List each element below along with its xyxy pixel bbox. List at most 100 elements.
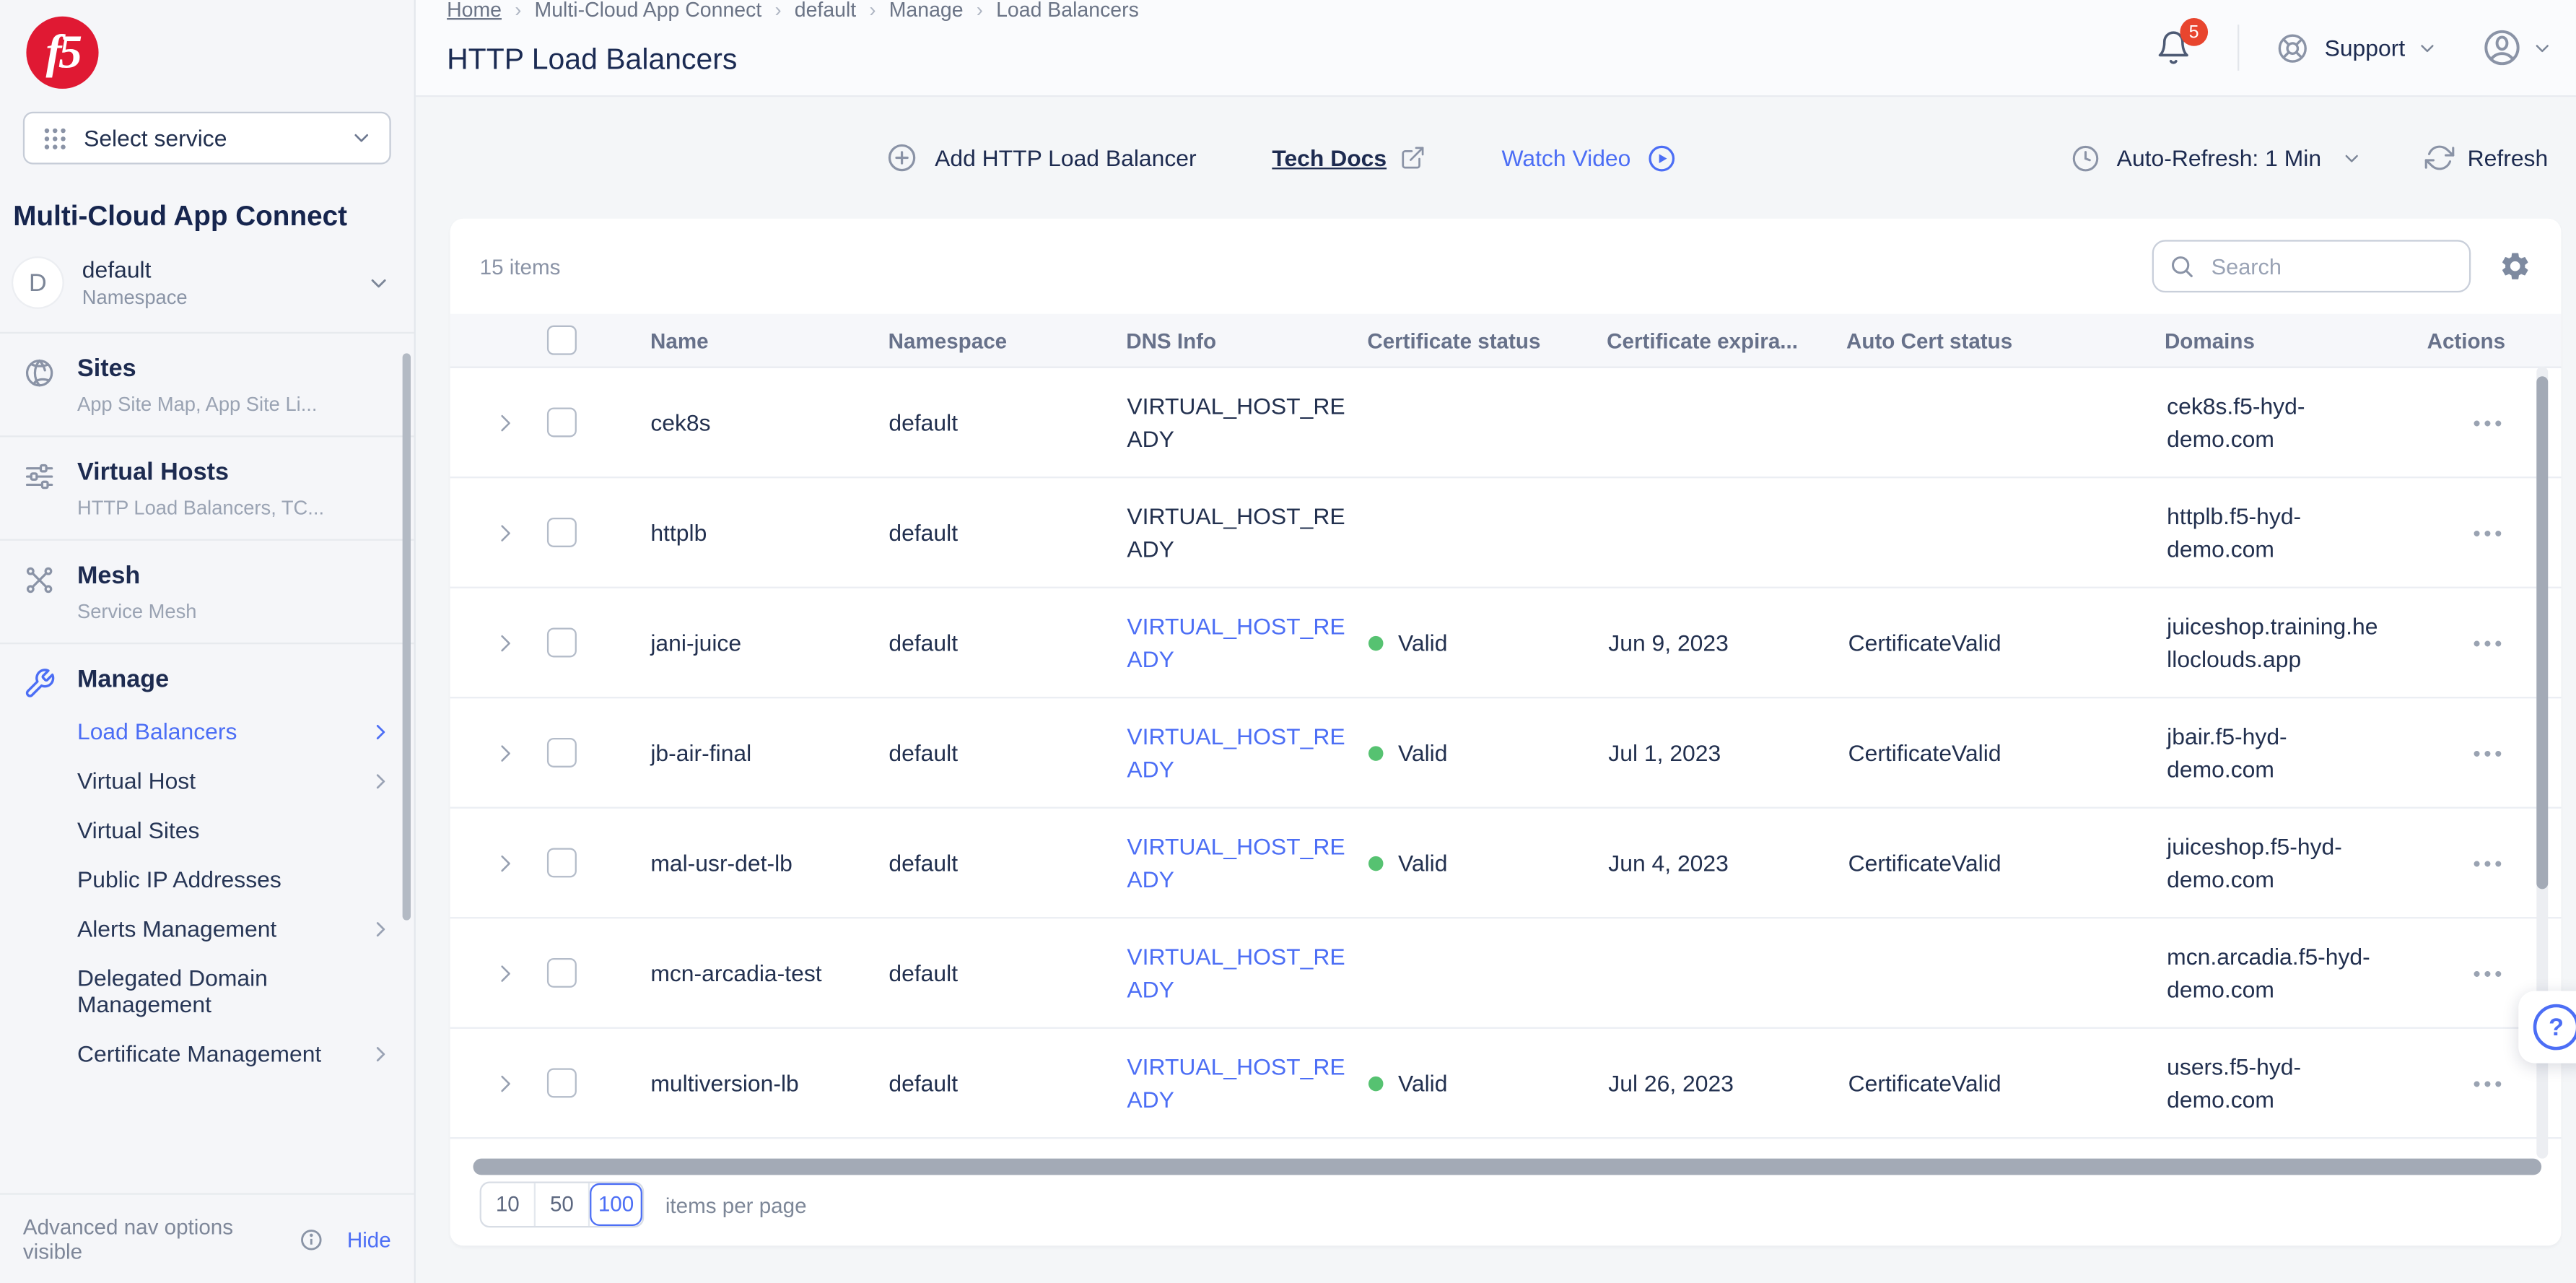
auto-cert-status: CertificateValid (1848, 849, 2001, 877)
row-checkbox[interactable] (546, 1068, 577, 1098)
watch-video-link[interactable]: Watch Video (1501, 142, 1677, 173)
life-ring-icon (2275, 30, 2310, 65)
help-button[interactable]: ? (2518, 991, 2576, 1064)
sidebar-item-virtual-host[interactable]: Virtual Host (77, 756, 391, 805)
sidebar-scrollbar[interactable] (402, 353, 411, 921)
hide-nav-button[interactable]: Hide (347, 1227, 391, 1251)
row-actions-menu[interactable] (2473, 630, 2505, 655)
notifications-button[interactable]: 5 (2155, 18, 2208, 66)
dns-info-link[interactable]: VIRTUAL_HOST_READY (1127, 939, 1350, 1006)
sidebar-item-mesh[interactable]: Mesh Service Mesh (0, 541, 414, 645)
row-actions-menu[interactable] (2473, 410, 2505, 435)
app-title: Multi-Cloud App Connect (13, 200, 348, 232)
table-row: jb-air-final default VIRTUAL_HOST_READY … (450, 698, 2562, 809)
chevron-right-icon (370, 721, 391, 742)
page-size-50[interactable]: 50 (536, 1183, 590, 1226)
sidebar-item-certificate-management[interactable]: Certificate Management (77, 1029, 391, 1078)
lb-domain: users.f5-hyd-demo.com (2167, 1053, 2302, 1113)
column-header-auto-cert-status[interactable]: Auto Cert status (1846, 328, 2165, 352)
manage-sub-list: Load Balancers Virtual Host Virtual Site… (0, 707, 414, 1092)
sidebar-item-load-balancers[interactable]: Load Balancers (77, 707, 391, 756)
row-actions-menu[interactable] (2473, 1071, 2505, 1095)
refresh-button[interactable]: Refresh (2424, 143, 2548, 173)
row-actions-menu[interactable] (2473, 851, 2505, 875)
row-expand-chevron[interactable] (493, 410, 518, 435)
status-dot-green (1368, 635, 1384, 651)
sidebar-item-virtual-sites[interactable]: Virtual Sites (77, 805, 391, 854)
lb-domain: httplb.f5-hyd-demo.com (2167, 502, 2302, 562)
row-checkbox[interactable] (546, 407, 577, 438)
breadcrumb-home[interactable]: Home (447, 0, 502, 22)
dns-info-link[interactable]: VIRTUAL_HOST_READY (1127, 1050, 1350, 1116)
row-expand-chevron[interactable] (493, 520, 518, 544)
dns-info-link[interactable]: VIRTUAL_HOST_READY (1127, 830, 1350, 896)
breadcrumb-item[interactable]: Manage (889, 0, 964, 22)
sidebar-item-alerts-management[interactable]: Alerts Management (77, 904, 391, 953)
row-expand-chevron[interactable] (493, 1071, 518, 1095)
certificate-expiration: Jul 1, 2023 (1608, 739, 1721, 766)
row-expand-chevron[interactable] (493, 851, 518, 875)
toolbar: Add HTTP Load Balancer Tech Docs Watch V… (416, 97, 2576, 218)
column-header-actions: Actions (2427, 328, 2506, 353)
row-checkbox[interactable] (546, 737, 577, 767)
sidebar-item-sites[interactable]: Sites App Site Map, App Site Li... (0, 334, 414, 438)
lb-domain: juiceshop.f5-hyd-demo.com (2167, 832, 2342, 892)
column-header-name[interactable]: Name (650, 328, 888, 352)
select-all-checkbox[interactable] (546, 325, 577, 355)
row-checkbox[interactable] (546, 517, 577, 547)
sidebar-item-delegated-domain-management[interactable]: Delegated Domain Management (77, 953, 357, 1029)
column-header-namespace[interactable]: Namespace (888, 328, 1127, 352)
items-count: 15 items (479, 253, 561, 279)
certificate-expiration: Jul 26, 2023 (1608, 1069, 1734, 1097)
namespace-selector[interactable]: D default Namespace (13, 256, 391, 309)
page-size-10[interactable]: 10 (481, 1183, 536, 1226)
search-input[interactable] (2208, 252, 2455, 281)
breadcrumb-item[interactable]: default (795, 0, 856, 22)
lb-namespace: default (888, 629, 959, 656)
chevron-right-icon (370, 1043, 391, 1064)
breadcrumb-item[interactable]: Multi-Cloud App Connect (535, 0, 762, 22)
row-expand-chevron[interactable] (493, 630, 518, 655)
row-actions-menu[interactable] (2473, 520, 2505, 544)
account-menu[interactable] (2481, 26, 2553, 69)
horizontal-scrollbar[interactable] (473, 1158, 2542, 1175)
sidebar-item-title: Manage (77, 665, 170, 694)
certificate-expiration: Jun 4, 2023 (1608, 849, 1729, 877)
gear-icon[interactable] (2499, 250, 2532, 283)
row-expand-chevron[interactable] (493, 740, 518, 765)
column-header-certificate-status[interactable]: Certificate status (1367, 328, 1607, 352)
support-menu[interactable]: Support (2275, 30, 2437, 65)
sidebar-item-virtual-hosts[interactable]: Virtual Hosts HTTP Load Balancers, TC... (0, 437, 414, 541)
add-http-load-balancer-button[interactable]: Add HTTP Load Balancer (886, 142, 1197, 175)
vertical-scrollbar[interactable] (2536, 376, 2549, 890)
row-actions-menu[interactable] (2473, 740, 2505, 765)
column-header-domains[interactable]: Domains (2165, 328, 2427, 352)
table-row: mal-usr-det-lb default VIRTUAL_HOST_READ… (450, 809, 2562, 919)
dns-info-link[interactable]: VIRTUAL_HOST_READY (1127, 609, 1350, 676)
certificate-status: Valid (1397, 849, 1448, 877)
namespace-type-label: Namespace (82, 286, 188, 309)
lb-name: mal-usr-det-lb (650, 849, 793, 877)
dns-info-link[interactable]: VIRTUAL_HOST_READY (1127, 719, 1350, 786)
row-checkbox[interactable] (546, 957, 577, 988)
page-size-100[interactable]: 100 (590, 1183, 642, 1226)
row-checkbox[interactable] (546, 627, 577, 658)
lb-namespace: default (888, 409, 959, 436)
service-selector[interactable]: Select service (22, 111, 391, 165)
sidebar-item-public-ip-addresses[interactable]: Public IP Addresses (77, 855, 391, 904)
namespace-name: default (82, 256, 152, 283)
column-header-dns-info[interactable]: DNS Info (1126, 328, 1367, 352)
row-checkbox[interactable] (546, 848, 577, 878)
items-per-page-label: items per page (665, 1192, 807, 1217)
auto-refresh-dropdown[interactable]: Auto-Refresh: 1 Min (2071, 142, 2362, 173)
tech-docs-link[interactable]: Tech Docs (1272, 144, 1425, 171)
lb-domain: jbair.f5-hyd-demo.com (2167, 722, 2287, 783)
f5-logo[interactable]: f5 (26, 16, 99, 89)
question-mark-icon: ? (2533, 1004, 2576, 1051)
sidebar-item-manage[interactable]: Manage (0, 644, 414, 706)
column-header-certificate-expiration[interactable]: Certificate expira... (1607, 328, 1846, 352)
play-circle-icon (1646, 142, 1677, 173)
row-actions-menu[interactable] (2473, 960, 2505, 985)
chevron-down-icon (2341, 147, 2362, 169)
row-expand-chevron[interactable] (493, 960, 518, 985)
